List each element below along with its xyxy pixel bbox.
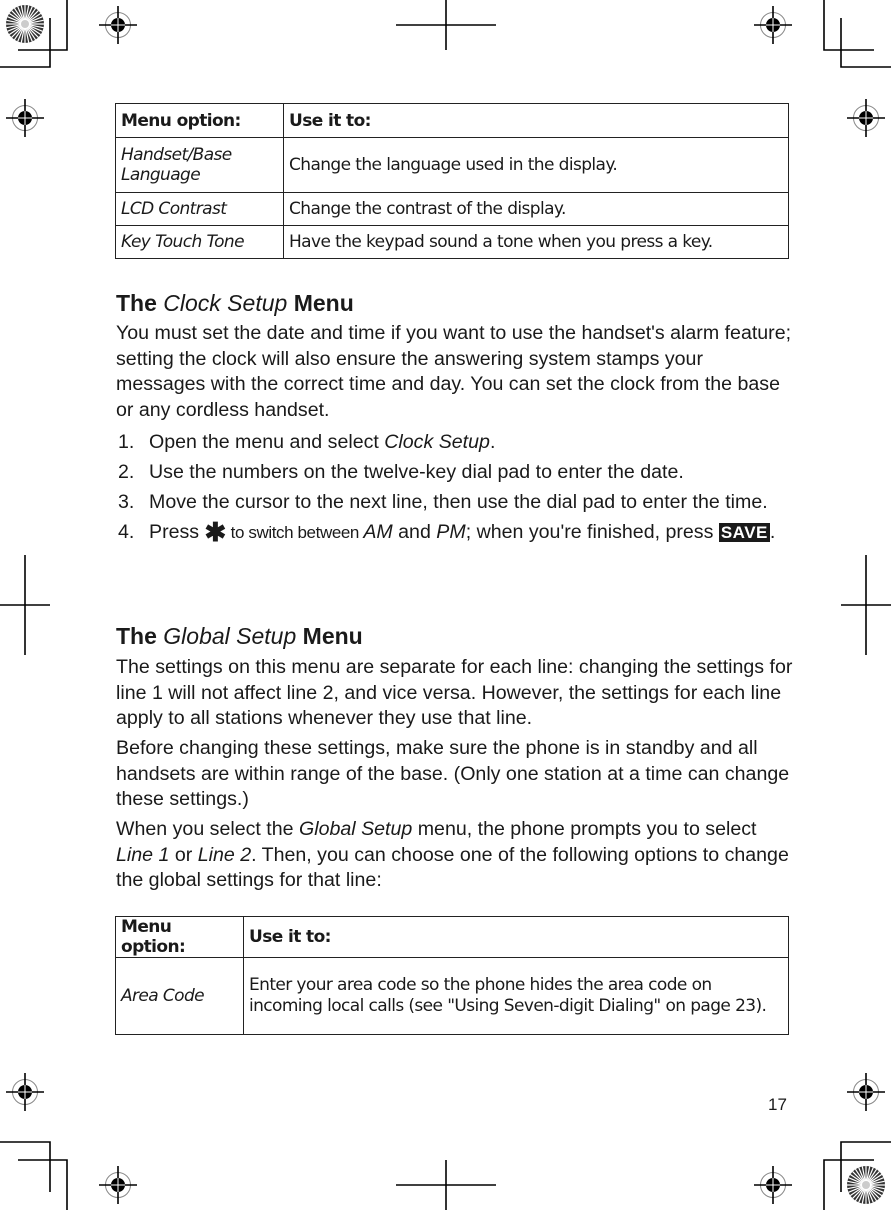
description-cell: Change the language used in the display. — [283, 137, 789, 193]
table-header-row: Menu option: Use it to: — [115, 916, 789, 958]
global-setup-heading: The Global Setup Menu — [116, 623, 363, 649]
global-setup-para-3: When you select the Global Setup menu, t… — [116, 818, 789, 891]
option-name: Language — [121, 165, 201, 185]
description-cell: Enter your area code so the phone hides … — [243, 957, 789, 1035]
table-row: Handset/Base Language Change the languag… — [115, 137, 789, 193]
step-item: 3. Move the cursor to the next line, the… — [118, 491, 768, 513]
clock-setup-heading: The Clock Setup Menu — [116, 290, 354, 316]
table-row: Area Code Enter your area code so the ph… — [115, 957, 789, 1035]
center-mark-bottom — [396, 1160, 496, 1210]
registration-mark — [753, 1165, 793, 1205]
step-item: 4. Press ✱ to switch between AM and PM; … — [118, 517, 776, 547]
registration-mark — [846, 1072, 886, 1112]
save-key-label: SAVE — [718, 523, 770, 542]
star-key-icon: ✱ — [204, 517, 227, 547]
registration-mark — [846, 98, 886, 138]
option-cell: Key Touch Tone — [115, 225, 284, 259]
color-target-top-left — [5, 4, 45, 44]
registration-mark — [753, 5, 793, 45]
center-mark-right — [841, 555, 891, 655]
registration-mark — [5, 98, 45, 138]
description-cell: Change the contrast of the display. — [283, 192, 789, 226]
table-header-row: Menu option: Use it to: — [115, 103, 789, 138]
step-item: 1. Open the menu and select Clock Setup. — [118, 431, 496, 453]
global-setup-para-1: The settings on this menu are separate f… — [116, 656, 793, 729]
header-menu-option: Menu option: — [115, 916, 244, 958]
header-use-it-to: Use it to: — [283, 103, 789, 138]
registration-mark — [98, 1165, 138, 1205]
option-cell: Area Code — [115, 957, 244, 1035]
page-number: 17 — [768, 1095, 787, 1114]
center-mark-left — [0, 555, 50, 655]
global-setup-para-2: Before changing these settings, make sur… — [116, 737, 790, 810]
crop-mark-bottom-left — [0, 1141, 68, 1210]
registration-mark — [98, 5, 138, 45]
global-options-table: Menu option: Use it to: Area Code Enter … — [115, 916, 789, 1035]
clock-setup-intro: You must set the date and time if you wa… — [116, 322, 792, 421]
description-cell: Have the keypad sound a tone when you pr… — [283, 225, 789, 259]
color-target-bottom-right — [846, 1165, 886, 1205]
registration-mark — [5, 1072, 45, 1112]
option-cell: Handset/Base Language — [115, 137, 284, 193]
option-cell: LCD Contrast — [115, 192, 284, 226]
step-item: 2. Use the numbers on the twelve-key dia… — [118, 461, 684, 483]
option-name: Handset/Base — [121, 145, 232, 165]
table-row: Key Touch Tone Have the keypad sound a t… — [115, 225, 789, 259]
center-mark-top — [396, 0, 496, 50]
header-use-it-to: Use it to: — [243, 916, 789, 958]
menu-options-table: Menu option: Use it to: Handset/Base Lan… — [115, 103, 789, 259]
table-row: LCD Contrast Change the contrast of the … — [115, 192, 789, 226]
header-menu-option: Menu option: — [115, 103, 284, 138]
crop-mark-top-right — [823, 0, 891, 68]
clock-setup-steps: 1. Open the menu and select Clock Setup.… — [116, 430, 796, 550]
